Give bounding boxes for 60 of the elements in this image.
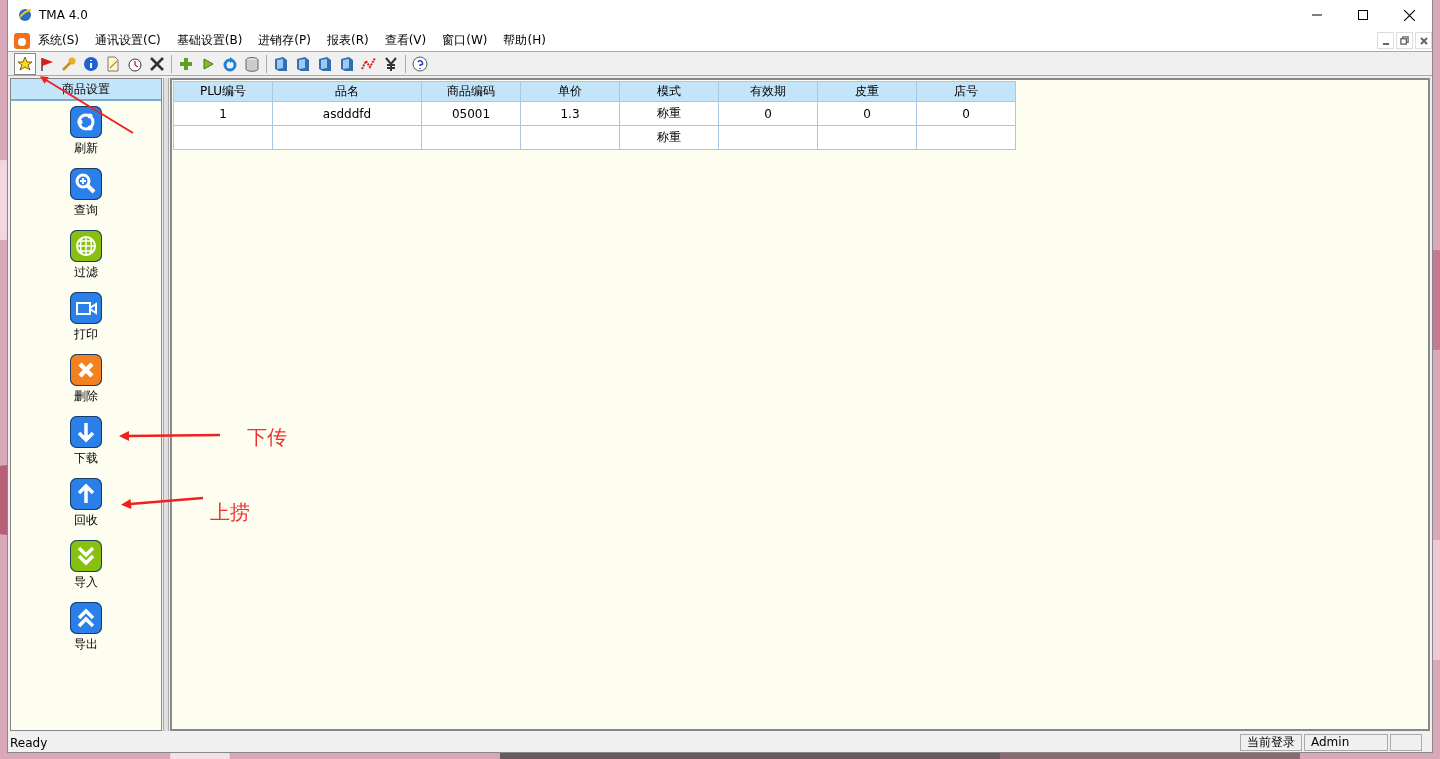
window-title: TMA 4.0 [39,8,88,22]
export-icon[interactable] [70,602,102,634]
down-icon[interactable] [70,416,102,448]
button-label[interactable]: 导出 [72,637,100,652]
table-cell: 0 [817,101,917,126]
button-label[interactable]: 导入 [72,575,100,590]
menu-item[interactable]: 帮助(H) [503,32,554,49]
table-cell: 0 [916,101,1016,126]
table-cell: asdddfd [272,101,422,126]
column-header[interactable]: 皮重 [817,81,917,102]
column-header[interactable]: 有效期 [718,81,818,102]
globe-icon [17,7,33,23]
status-text: Ready [10,735,48,750]
button-label[interactable]: 查询 [72,203,100,218]
restore-button[interactable] [1396,32,1413,49]
button-label[interactable]: 打印 [72,327,100,342]
table-cell: 05001 [421,101,521,126]
button-label[interactable]: 删除 [72,389,100,404]
column-header[interactable]: PLU编号 [173,81,273,102]
menu-item[interactable]: 窗口(W) [442,32,496,49]
close-button[interactable] [1415,32,1432,49]
maximize-icon [1358,10,1368,20]
button-label[interactable]: 下载 [72,451,100,466]
close-icon [1403,9,1415,21]
column-header[interactable]: 单价 [520,81,620,102]
status-pane: Admin [1304,734,1388,751]
status-pane [1390,734,1422,751]
menu-item[interactable]: 进销存(P) [258,32,319,49]
minimize-icon [1382,42,1389,45]
table-cell: 1 [173,101,273,126]
button-label[interactable]: 过滤 [72,265,100,280]
globe-icon[interactable] [70,230,102,262]
menu-item[interactable]: 系统(S) [38,32,87,49]
table-cell: 0 [718,101,818,126]
annotation-text: 下传 [247,425,287,449]
column-header[interactable]: 商品编码 [421,81,521,102]
app-icon[interactable] [14,32,30,49]
up-icon[interactable] [70,478,102,510]
camera-icon[interactable] [70,292,102,324]
button-label[interactable]: 回收 [72,513,100,528]
menu-item[interactable]: 基础设置(B) [176,32,251,49]
menu-item[interactable]: 报表(R) [326,32,377,49]
button-label[interactable]: 刷新 [72,141,100,156]
table-cell: 称重 [619,125,719,150]
column-header[interactable]: 店号 [916,81,1016,102]
restore-icon [1400,36,1409,45]
minimize-button[interactable] [1377,32,1394,49]
menu-item[interactable]: 查看(V) [384,32,435,49]
column-header[interactable]: 品名 [272,81,422,102]
search-icon[interactable] [70,168,102,200]
column-header[interactable]: 模式 [619,81,719,102]
menu-item[interactable]: 通讯设置(C) [95,32,169,49]
refresh-icon[interactable] [70,106,102,138]
table-cell: 1.3 [520,101,620,126]
import-icon[interactable] [70,540,102,572]
table-cell: 称重 [619,101,719,126]
annotation-text: 上捞 [210,500,250,524]
status-pane: 当前登录 [1240,734,1302,751]
delete-icon[interactable] [70,354,102,386]
close-icon [1419,36,1428,45]
